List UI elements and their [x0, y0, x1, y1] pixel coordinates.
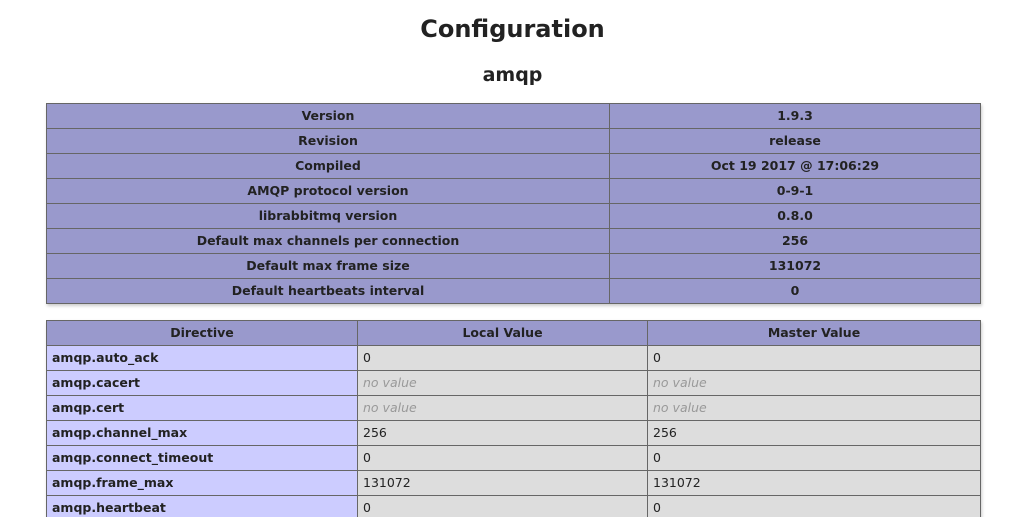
no-value-text: no value [653, 375, 707, 390]
table-row: Compiled Oct 19 2017 @ 17:06:29 [46, 153, 981, 179]
table-row: amqp.channel_max 256 256 [46, 420, 981, 446]
directive-name: amqp.heartbeat [46, 495, 358, 517]
table-row: librabbitmq version 0.8.0 [46, 203, 981, 229]
info-label: Version [46, 103, 610, 129]
directive-name: amqp.channel_max [46, 420, 358, 446]
info-value: 0.8.0 [609, 203, 981, 229]
info-value: 256 [609, 228, 981, 254]
local-value: 0 [357, 445, 648, 471]
table-row: amqp.frame_max 131072 131072 [46, 470, 981, 496]
no-value-text: no value [363, 375, 417, 390]
module-info-table: Version 1.9.3 Revision release Compiled … [46, 103, 981, 304]
table-row: amqp.auto_ack 0 0 [46, 345, 981, 371]
table-row: Default max frame size 131072 [46, 253, 981, 279]
section-title: amqp [482, 64, 543, 86]
table-row: Version 1.9.3 [46, 103, 981, 129]
directive-name: amqp.cert [46, 395, 358, 421]
master-value: 256 [647, 420, 981, 446]
table-row: amqp.heartbeat 0 0 [46, 495, 981, 517]
info-value: Oct 19 2017 @ 17:06:29 [609, 153, 981, 179]
info-value: 0 [609, 278, 981, 304]
table-row: AMQP protocol version 0-9-1 [46, 178, 981, 204]
table-row: amqp.cacert no value no value [46, 370, 981, 396]
master-value: 0 [647, 445, 981, 471]
local-value: 0 [357, 495, 648, 517]
table-row: amqp.connect_timeout 0 0 [46, 445, 981, 471]
local-value: 256 [357, 420, 648, 446]
info-label: Default max frame size [46, 253, 610, 279]
page-title: Configuration [420, 15, 605, 43]
info-label: Revision [46, 128, 610, 154]
local-value: no value [357, 395, 648, 421]
local-value: 0 [357, 345, 648, 371]
master-value: 0 [647, 345, 981, 371]
info-label: Default max channels per connection [46, 228, 610, 254]
directive-table: Directive Local Value Master Value amqp.… [46, 320, 981, 517]
master-value: no value [647, 395, 981, 421]
directive-name: amqp.auto_ack [46, 345, 358, 371]
info-label: librabbitmq version [46, 203, 610, 229]
info-label: AMQP protocol version [46, 178, 610, 204]
master-value: 131072 [647, 470, 981, 496]
phpinfo-page: Configuration amqp Version 1.9.3 Revisio… [0, 0, 1011, 517]
column-header-master-value: Master Value [647, 320, 981, 346]
no-value-text: no value [653, 400, 707, 415]
column-header-directive: Directive [46, 320, 358, 346]
local-value: 131072 [357, 470, 648, 496]
table-header-row: Directive Local Value Master Value [46, 320, 981, 346]
table-row: Default heartbeats interval 0 [46, 278, 981, 304]
info-value: 1.9.3 [609, 103, 981, 129]
table-row: amqp.cert no value no value [46, 395, 981, 421]
table-row: Default max channels per connection 256 [46, 228, 981, 254]
info-label: Default heartbeats interval [46, 278, 610, 304]
info-value: 0-9-1 [609, 178, 981, 204]
table-row: Revision release [46, 128, 981, 154]
no-value-text: no value [363, 400, 417, 415]
directive-name: amqp.cacert [46, 370, 358, 396]
master-value: no value [647, 370, 981, 396]
directive-name: amqp.frame_max [46, 470, 358, 496]
column-header-local-value: Local Value [357, 320, 648, 346]
info-value: release [609, 128, 981, 154]
directive-name: amqp.connect_timeout [46, 445, 358, 471]
info-label: Compiled [46, 153, 610, 179]
master-value: 0 [647, 495, 981, 517]
local-value: no value [357, 370, 648, 396]
info-value: 131072 [609, 253, 981, 279]
